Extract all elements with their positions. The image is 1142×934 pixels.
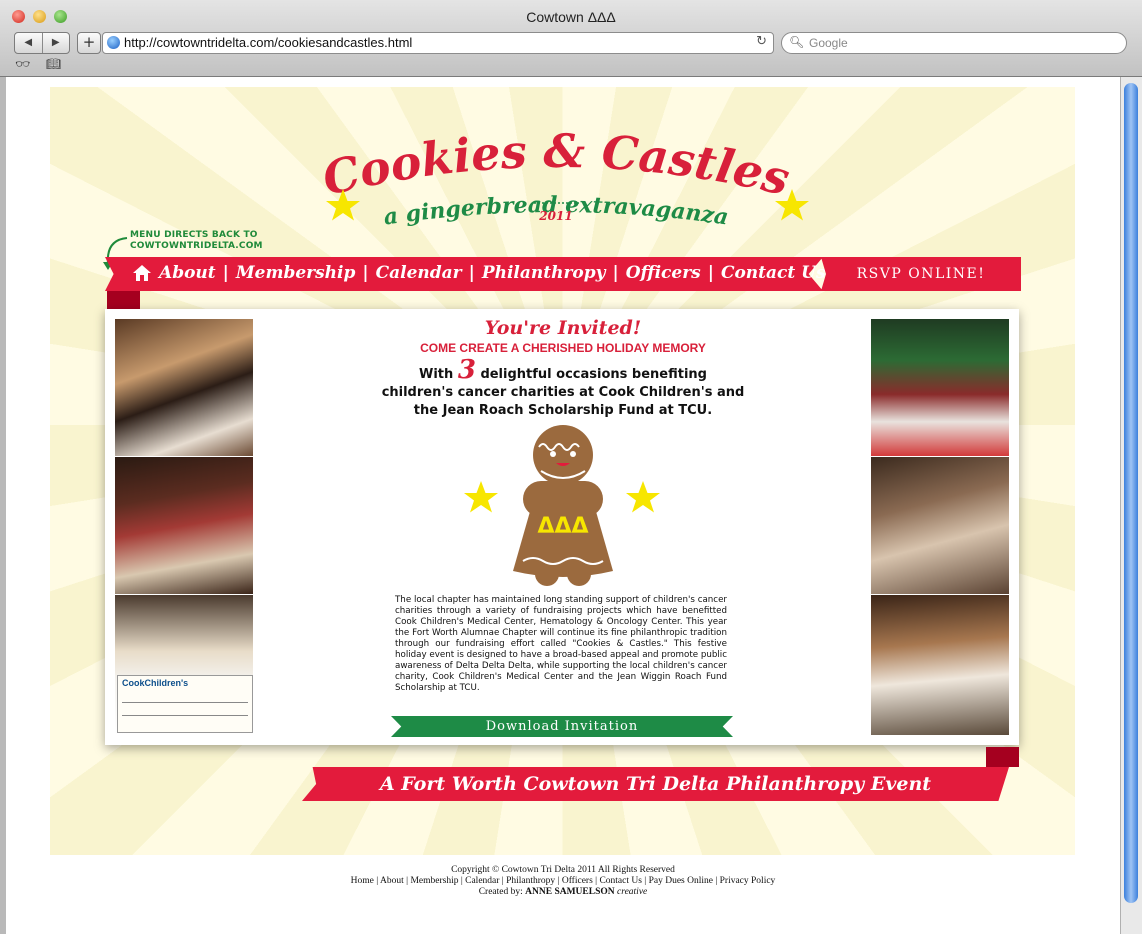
invite-body-prefix: With (419, 367, 454, 382)
window-title: Cowtown ΔΔΔ (526, 9, 616, 25)
star-icon (464, 481, 498, 513)
copyright-text: Copyright © Cowtown Tri Delta 2011 All R… (451, 865, 675, 875)
invite-body: With 3 delightful occasions benefiting c… (265, 357, 861, 420)
search-icon: 🔍︎ (789, 35, 805, 49)
menu-note-line1: MENU DIRECTS BACK TO (130, 230, 258, 240)
menu-note-line2: COWTOWNTRIDELTA.COM (130, 241, 263, 251)
search-input[interactable]: 🔍︎ Google (781, 32, 1127, 54)
reader-glasses-icon[interactable]: 👓︎ (15, 57, 30, 71)
invite-paragraph: The local chapter has maintained long st… (395, 595, 727, 693)
footer-link-home[interactable]: Home (351, 876, 374, 886)
occasion-count: 3 (457, 355, 476, 385)
browser-toolbar: Cowtown ΔΔΔ ◀ ▶ + http://cowtowntridelta… (0, 0, 1142, 77)
forward-icon[interactable]: ▶ (41, 33, 70, 53)
invitation-card: CookChildren's You're Invited! COME CREA… (105, 309, 1019, 745)
invite-body-line3: the Jean Roach Scholarship Fund at TCU. (413, 403, 713, 418)
nav-item-about[interactable]: About (159, 263, 216, 283)
nav-item-contact-us[interactable]: Contact Us (721, 263, 826, 283)
main-nav: About | Membership | Calendar | Philanthrop… (132, 263, 826, 283)
event-logo: Cookies & Castles a gingerbread extravag… (318, 124, 809, 231)
nav-item-membership[interactable]: Membership (236, 263, 356, 283)
photo-mother-child (871, 595, 1009, 735)
add-bookmark-button[interactable]: + (77, 32, 101, 54)
reload-icon[interactable]: ↻ (756, 34, 767, 49)
invite-title: You're Invited! (484, 317, 642, 339)
banner-ribbon-fold (986, 747, 1019, 767)
credit-text: Created by: ANNE SAMUELSON creative (6, 887, 1120, 898)
footer-link-calendar[interactable]: Calendar (465, 876, 499, 886)
footer-link-about[interactable]: About (380, 876, 404, 886)
home-icon[interactable] (132, 264, 152, 282)
scrollbar-thumb[interactable] (1124, 83, 1138, 903)
donation-check: CookChildren's (117, 675, 253, 733)
photo-event-tables (115, 457, 253, 594)
gingerbread-illustration: ΔΔΔ (464, 425, 660, 586)
history-buttons: ◀ ▶ (14, 32, 70, 54)
credit-prefix: Created by: (478, 887, 523, 897)
footer-link-philanthropy[interactable]: Philanthropy (506, 876, 555, 886)
menu-note: MENU DIRECTS BACK TO COWTOWNTRIDELTA.COM (130, 230, 263, 252)
tri-delta-badge: ΔΔΔ (537, 514, 588, 539)
rsvp-online-button[interactable]: RSVP ONLINE! (821, 257, 1021, 291)
invite-text: You're Invited! COME CREATE A CHERISHED … (265, 317, 861, 420)
logo-year: 2011 (538, 209, 572, 223)
footer-link-pay-dues[interactable]: Pay Dues Online (649, 876, 713, 886)
globe-icon (107, 36, 120, 49)
credit-name[interactable]: ANNE SAMUELSON (525, 887, 614, 897)
nav-item-calendar[interactable]: Calendar (376, 263, 462, 283)
page-viewport: Cookies & Castles a gingerbread extravag… (6, 77, 1120, 934)
vertical-scrollbar[interactable] (1120, 77, 1142, 934)
footer-link-contact-us[interactable]: Contact Us (599, 876, 641, 886)
address-bar[interactable]: http://cowtowntridelta.com/cookiesandcas… (102, 32, 774, 54)
bookmarks-book-icon[interactable]: 📖︎ (46, 57, 61, 71)
invite-body-line1: delightful occasions benefiting (480, 367, 707, 382)
philanthropy-banner: A Fort Worth Cowtown Tri Delta Philanthr… (302, 767, 1009, 801)
footer-link-privacy[interactable]: Privacy Policy (720, 876, 776, 886)
footer-link-officers[interactable]: Officers (562, 876, 593, 886)
photo-christmas-trees (871, 319, 1009, 456)
invite-subtitle: COME CREATE A CHERISHED HOLIDAY MEMORY (420, 341, 706, 355)
check-label: CookChildren's (122, 678, 189, 688)
star-icon (626, 481, 660, 513)
nav-ribbon-fold (107, 291, 140, 310)
footer-links: Home | About | Membership | Calendar | P… (350, 876, 776, 886)
url-text: http://cowtowntridelta.com/cookiesandcas… (124, 35, 413, 50)
footer-link-membership[interactable]: Membership (410, 876, 458, 886)
site-footer: Copyright © Cowtown Tri Delta 2011 All R… (6, 865, 1120, 898)
credit-suffix: creative (617, 887, 648, 897)
photo-check-presentation: CookChildren's (115, 595, 253, 735)
nav-item-philanthropy[interactable]: Philanthropy (482, 263, 606, 283)
search-placeholder: Google (809, 36, 848, 50)
photo-gingerbread-houses (871, 457, 1009, 594)
back-icon[interactable]: ◀ (15, 33, 42, 53)
download-invitation-button[interactable]: Download Invitation (391, 716, 733, 737)
invite-body-line2: children's cancer charities at Cook Chil… (381, 385, 745, 400)
photo-children-decorating (115, 319, 253, 456)
nav-item-officers[interactable]: Officers (626, 263, 701, 283)
